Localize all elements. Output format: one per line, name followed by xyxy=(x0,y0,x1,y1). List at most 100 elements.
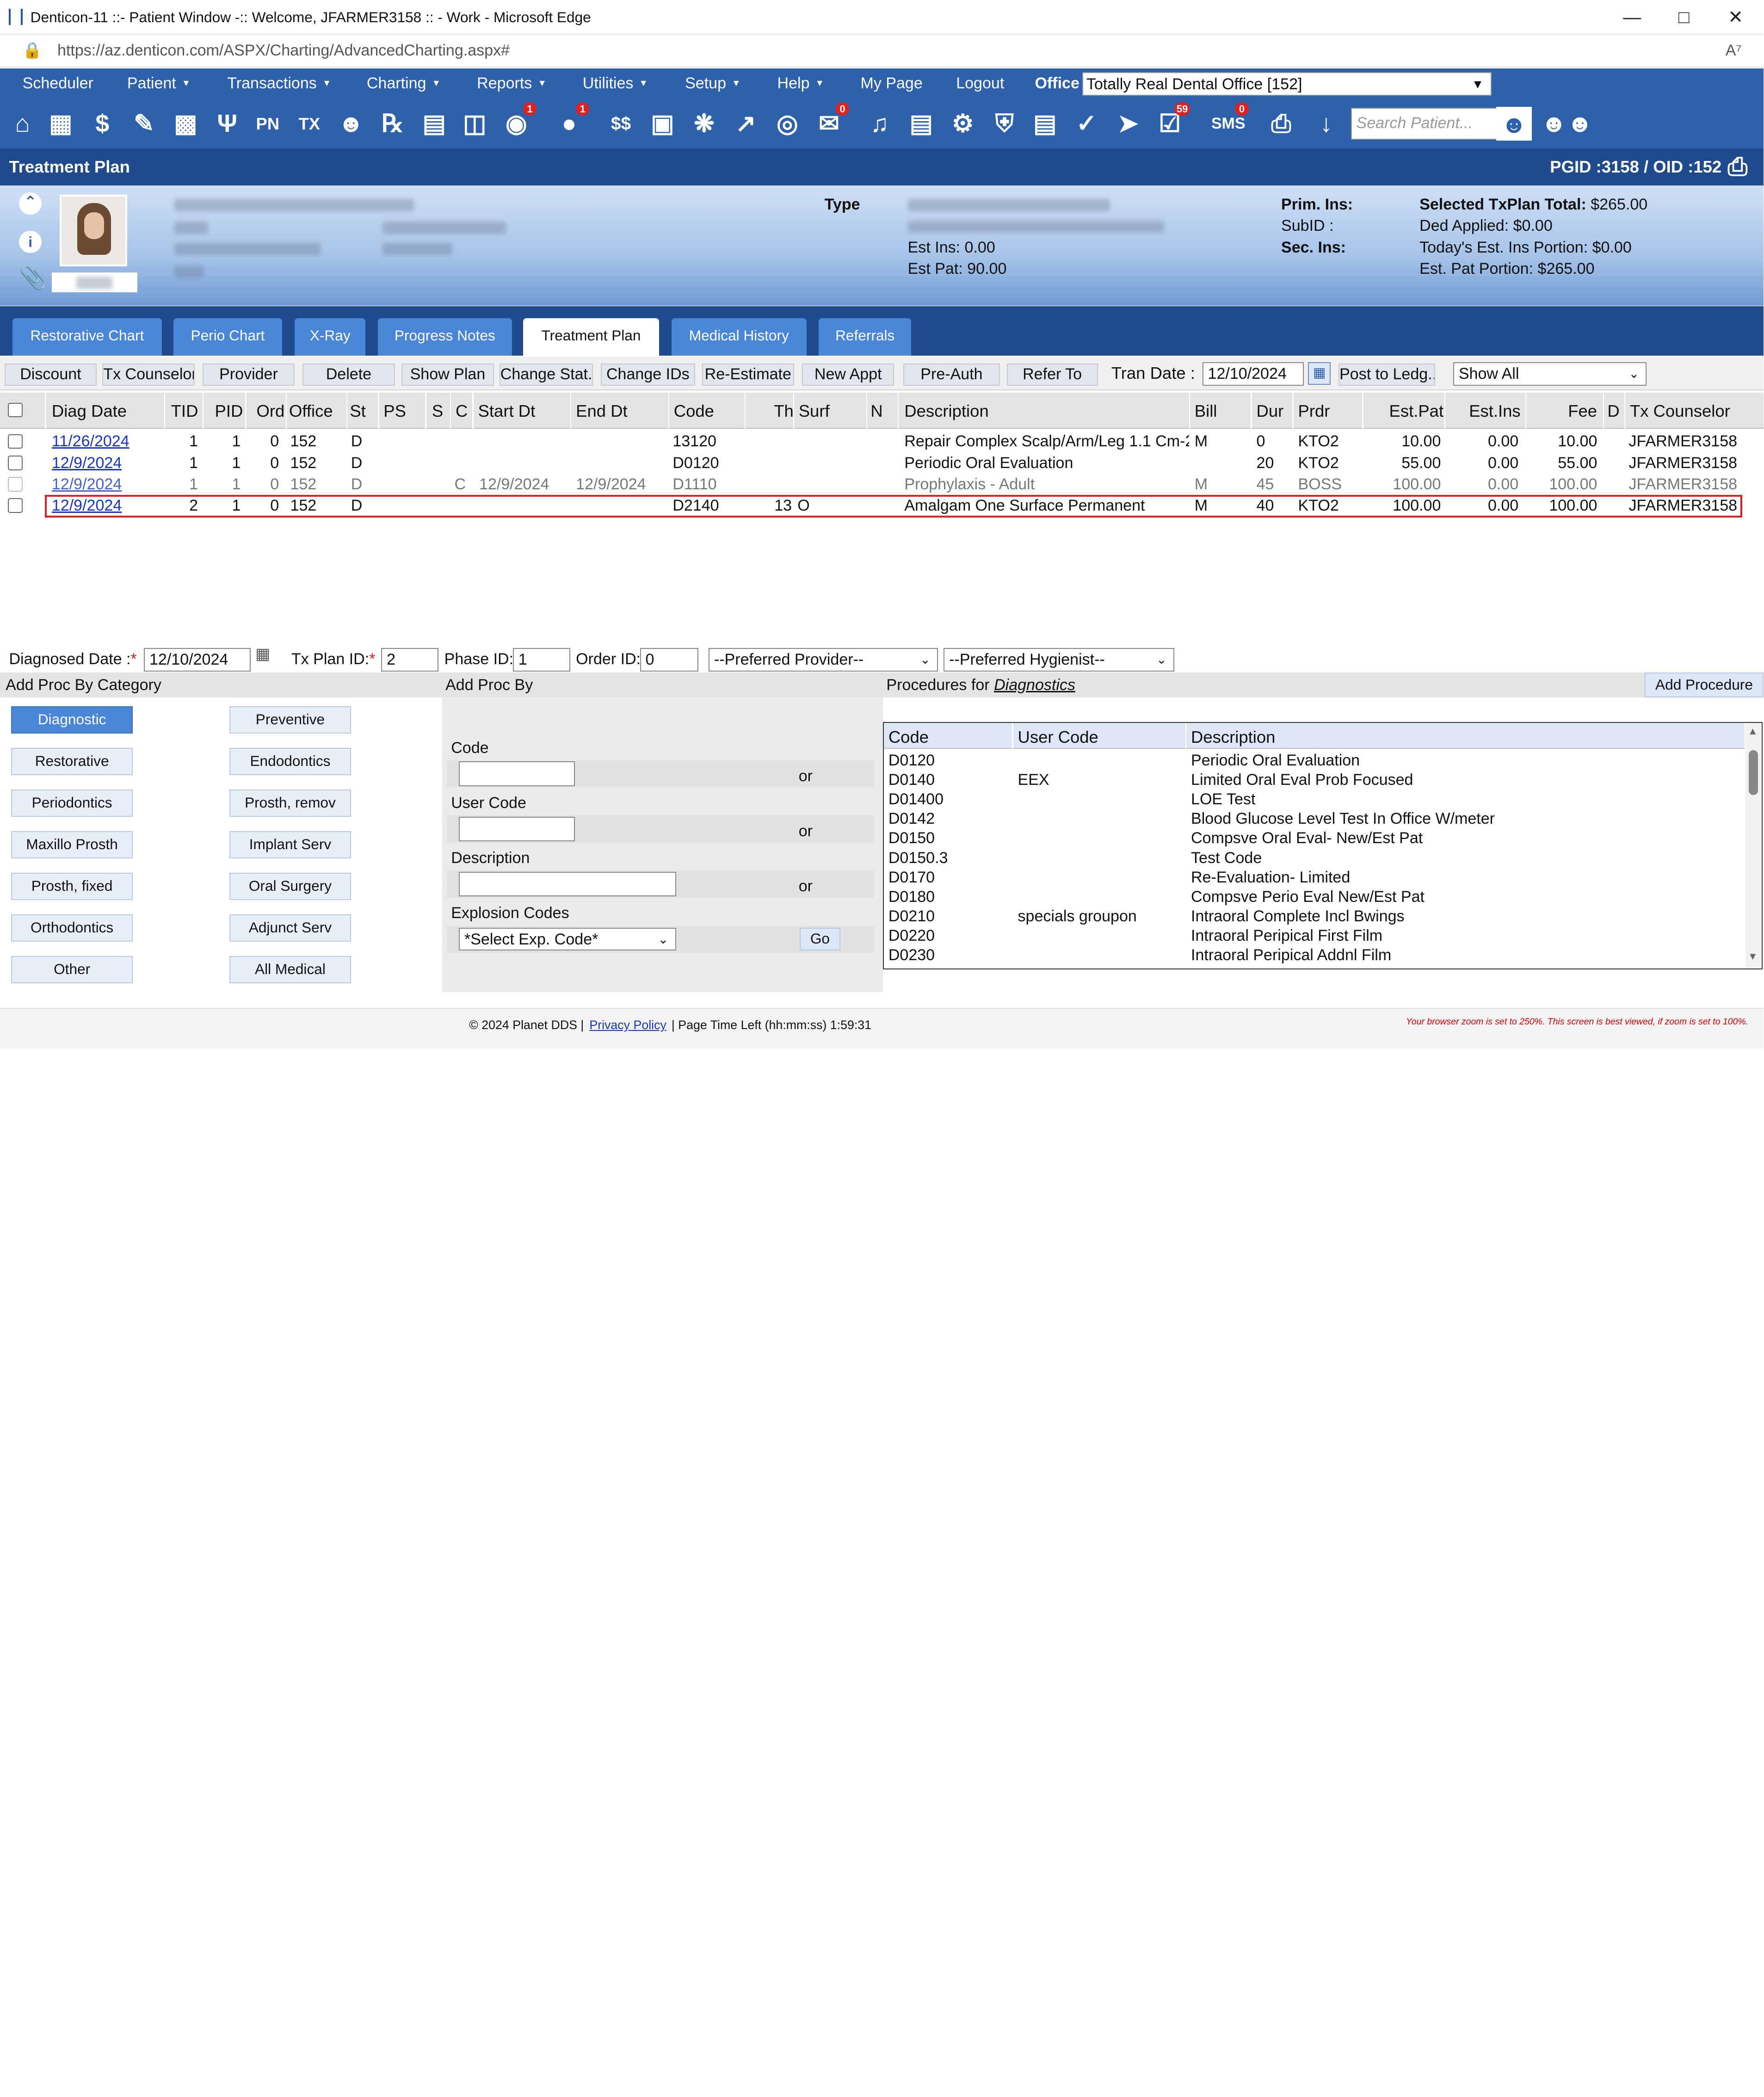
col-end-dt[interactable]: End Dt xyxy=(576,401,628,421)
shield-dollar-icon[interactable]: ⛨ xyxy=(987,106,1023,142)
privacy-policy-link[interactable]: Privacy Policy xyxy=(589,1018,666,1032)
refer-to-button[interactable]: Refer To xyxy=(1006,363,1098,386)
office-select[interactable]: Totally Real Dental Office [152] ▼ xyxy=(1082,72,1492,96)
chevron-double-down-icon[interactable]: ↓ xyxy=(1308,106,1344,142)
collapse-icon[interactable]: ⌃ xyxy=(19,192,42,215)
scroll-thumb[interactable] xyxy=(1749,750,1758,795)
patient-photo[interactable] xyxy=(59,194,127,267)
globe-users-icon[interactable]: ◉ 1 xyxy=(498,102,537,142)
pre-auth-button[interactable]: Pre-Auth xyxy=(903,363,1000,386)
list-item[interactable]: D0210 specials groupon Intraoral Complete … xyxy=(884,907,1744,926)
list-item[interactable]: D0180 Compsve Perio Eval New/Est Pat xyxy=(884,888,1744,907)
cell-diag[interactable]: 11/26/2024 xyxy=(52,431,160,452)
list-item[interactable]: D01400 LOE Test xyxy=(884,790,1744,809)
col-pid[interactable]: PID xyxy=(215,401,243,421)
category-orthodontics-button[interactable]: Orthodontics xyxy=(11,914,133,942)
col-c[interactable]: C xyxy=(456,401,468,421)
post-to-ledger-button[interactable]: Post to Ledg.. xyxy=(1338,363,1436,386)
network-icon[interactable]: ❋ xyxy=(686,106,722,142)
go-button[interactable]: Go xyxy=(800,928,840,950)
support-icon[interactable]: ◎ xyxy=(769,106,805,142)
explosion-code-select[interactable]: *Select Exp. Code* ⌄ xyxy=(459,928,676,950)
show-plan-button[interactable]: Show Plan xyxy=(401,363,494,386)
list-item[interactable]: D0142 Blood Glucose Level Test In Office … xyxy=(884,809,1744,828)
id-card-icon[interactable]: ▤ xyxy=(1027,106,1063,142)
tab-perio-chart[interactable]: Perio Chart xyxy=(173,318,283,356)
change-status-button[interactable]: Change Stat.. xyxy=(499,363,593,386)
list-item[interactable]: D0230 Intraoral Peripical Addnl Film xyxy=(884,946,1744,965)
col-surf[interactable]: Surf xyxy=(799,401,830,421)
table-row[interactable]: 11/26/2024 1 1 0 152 D 13120 Repair Complex Sca… xyxy=(0,431,1764,452)
col-prdr[interactable]: Prdr xyxy=(1298,401,1330,421)
cell-diag[interactable]: 12/9/2024 xyxy=(52,474,160,495)
col-fee[interactable]: Fee xyxy=(1568,401,1597,421)
user-code-input[interactable] xyxy=(459,816,575,842)
preferred-hygienist-select[interactable]: --Preferred Hygienist-- ⌄ xyxy=(944,648,1174,672)
add-procedure-button[interactable]: Add Procedure xyxy=(1644,672,1764,697)
col-start-dt[interactable]: Start Dt xyxy=(478,401,536,421)
phase-id-input[interactable]: 1 xyxy=(512,648,571,672)
menu-transactions[interactable]: Transactions ▼ xyxy=(227,74,331,93)
category-diagnostic-button[interactable]: Diagnostic xyxy=(11,706,133,734)
category-prosth-fixed-button[interactable]: Prosth, fixed xyxy=(11,873,133,900)
category-periodontics-button[interactable]: Periodontics xyxy=(11,789,133,817)
info-icon[interactable]: i xyxy=(19,230,42,253)
tooth-icon[interactable]: ▩ xyxy=(167,106,204,142)
alerts-icon[interactable]: ● 1 xyxy=(551,102,590,142)
col-diag-date[interactable]: Diag Date xyxy=(52,401,127,421)
change-ids-button[interactable]: Change IDs xyxy=(600,363,695,386)
category-other-button[interactable]: Other xyxy=(11,956,133,983)
procedures-scrollbar[interactable]: ▲ ▼ xyxy=(1745,723,1762,968)
scroll-up-icon[interactable]: ▲ xyxy=(1748,725,1758,737)
col-st[interactable]: St xyxy=(350,401,365,421)
billing-icon[interactable]: ▤ xyxy=(903,106,939,142)
category-adjunct-serv-button[interactable]: Adjunct Serv xyxy=(229,914,351,942)
menu-utilities[interactable]: Utilities ▼ xyxy=(583,74,648,93)
discount-button[interactable]: Discount xyxy=(4,363,97,386)
category-implant-serv-button[interactable]: Implant Serv xyxy=(229,831,351,858)
calendar-icon[interactable]: ▦ xyxy=(1308,362,1331,385)
group-chat-icon[interactable]: ☻☻ xyxy=(1539,106,1595,142)
new-appt-button[interactable]: New Appt xyxy=(802,363,894,386)
code-input[interactable] xyxy=(459,761,575,786)
menu-logout[interactable]: Logout xyxy=(956,74,1004,93)
list-item[interactable]: D0150.3 Test Code xyxy=(884,849,1744,868)
delete-button[interactable]: Delete xyxy=(302,363,395,386)
calendar-icon[interactable]: ▦ xyxy=(43,106,79,142)
forms-icon[interactable]: ▤ xyxy=(416,106,452,142)
menu-patient[interactable]: Patient ▼ xyxy=(127,74,191,93)
col-th[interactable]: Th xyxy=(774,401,794,421)
col-code[interactable]: Code xyxy=(674,401,714,421)
row-checkbox[interactable] xyxy=(8,434,23,449)
chat-icon[interactable]: ✉ 0 xyxy=(811,102,850,142)
menu-scheduler[interactable]: Scheduler xyxy=(23,74,93,93)
patient-search-icon[interactable]: ☻ xyxy=(1496,107,1532,141)
col-d[interactable]: D xyxy=(1607,401,1619,421)
tasks-icon[interactable]: ☑ 59 xyxy=(1152,102,1190,142)
shield-check-icon[interactable]: ✓ xyxy=(1068,106,1104,142)
menu-reports[interactable]: Reports ▼ xyxy=(477,74,547,93)
shield-arrow-icon[interactable]: ➤ xyxy=(1110,106,1146,142)
description-input[interactable] xyxy=(459,871,676,897)
list-item[interactable]: D0140 EEX Limited Oral Eval Prob Focused xyxy=(884,771,1744,789)
menu-setup[interactable]: Setup ▼ xyxy=(685,74,740,93)
col-ord[interactable]: Ord xyxy=(256,401,284,421)
progress-notes-icon[interactable]: PN xyxy=(250,106,286,142)
menu-help[interactable]: Help ▼ xyxy=(777,74,824,93)
edit-notes-icon[interactable]: ✎ xyxy=(126,106,162,142)
table-row[interactable]: 12/9/2024 1 1 0 152 D C 12/9/2024 12/9/2024 D1110… xyxy=(0,474,1764,495)
category-maxillo-prosth-button[interactable]: Maxillo Prosth xyxy=(11,831,133,858)
category-restorative-button[interactable]: Restorative xyxy=(11,748,133,775)
tab-progress-notes[interactable]: Progress Notes xyxy=(378,318,512,356)
category-oral-surgery-button[interactable]: Oral Surgery xyxy=(229,873,351,900)
tab-medical-history[interactable]: Medical History xyxy=(671,318,807,356)
claims-icon[interactable]: ▣ xyxy=(645,106,681,142)
tx-counselor-button[interactable]: Tx Counselor xyxy=(102,363,195,386)
col-tid[interactable]: TID xyxy=(171,401,198,421)
col-n[interactable]: N xyxy=(870,401,882,421)
table-row[interactable]: 12/9/2024 1 1 0 152 D D0120 Periodic Oral Evalu… xyxy=(0,452,1764,474)
prescription-icon[interactable]: ℞ xyxy=(375,106,411,142)
re-estimate-button[interactable]: Re-Estimate xyxy=(702,363,794,386)
col-est-pat[interactable]: Est.Pat xyxy=(1389,401,1444,421)
list-item[interactable]: D0120 Periodic Oral Evaluation xyxy=(884,751,1744,770)
